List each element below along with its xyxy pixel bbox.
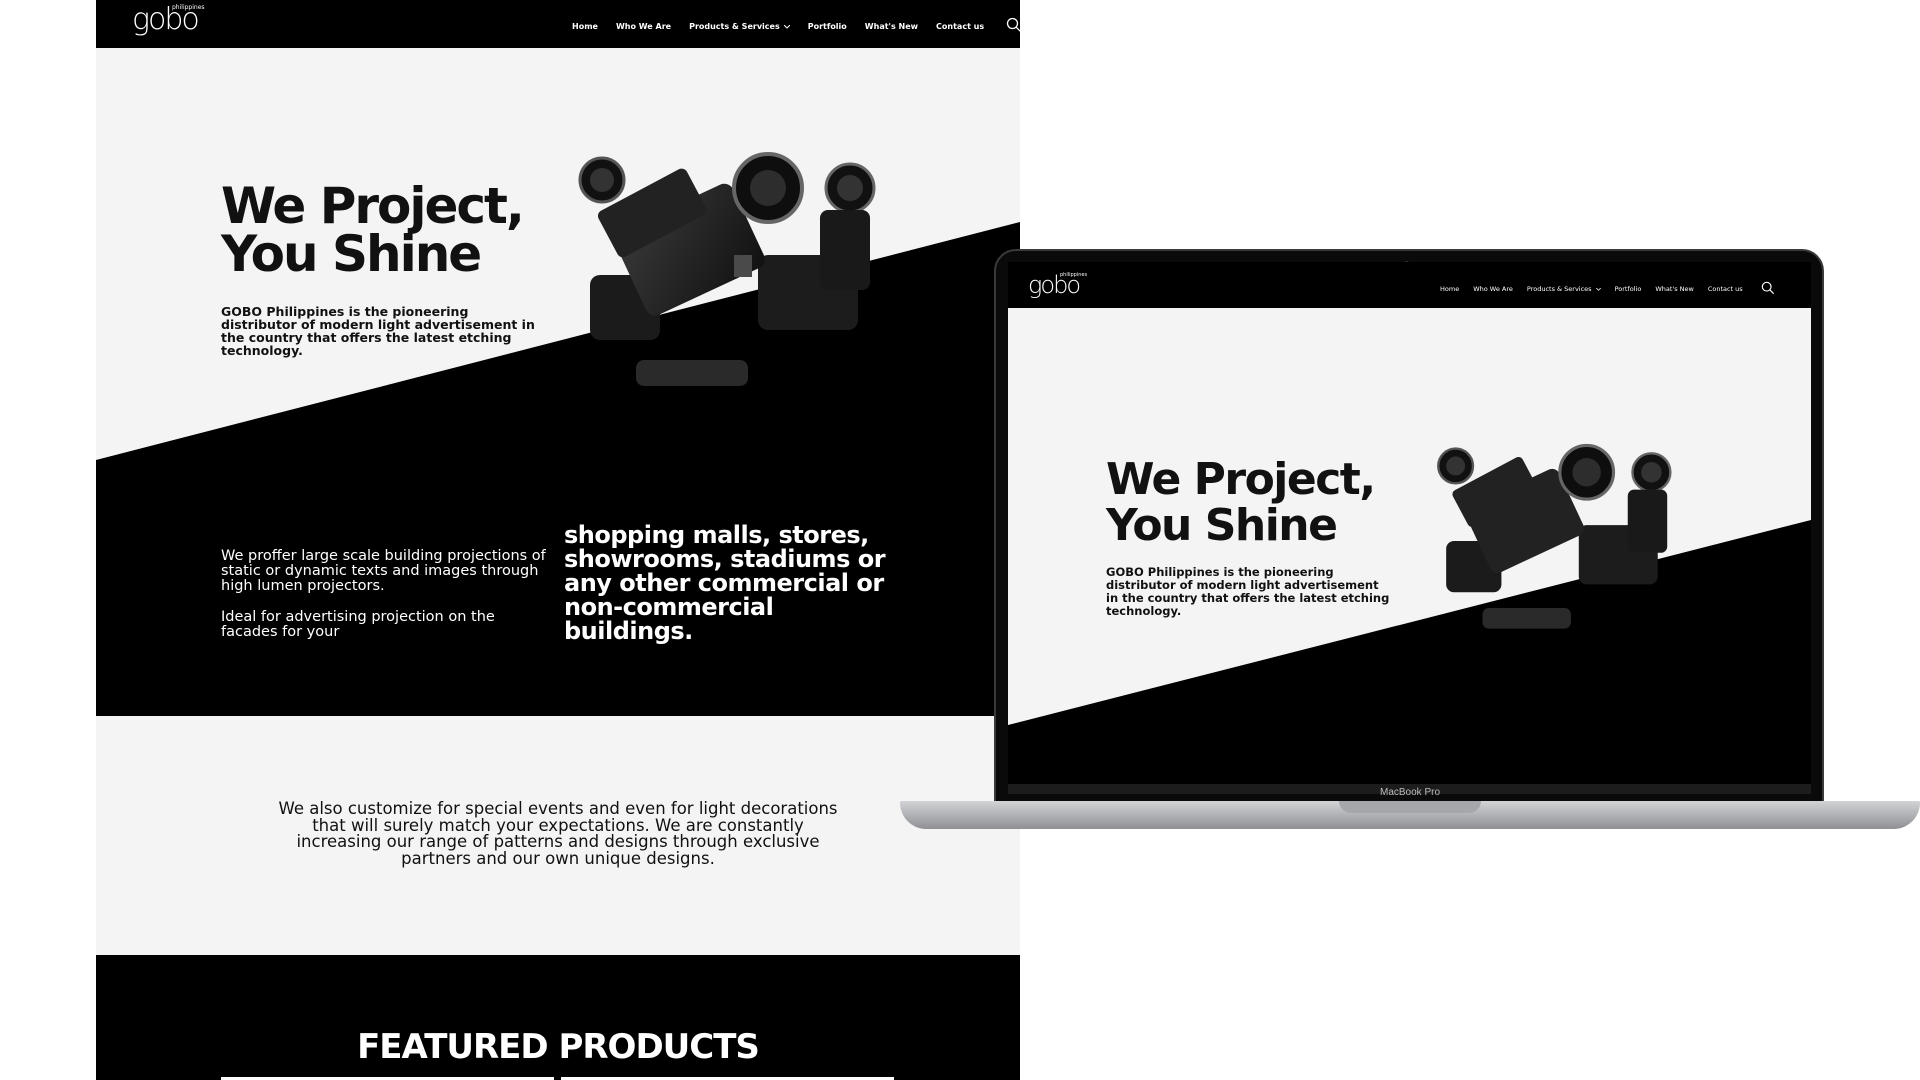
screen-hero-title: We Project, You Shine (1106, 454, 1376, 551)
screen-nav-portfolio[interactable]: Portfolio (1615, 285, 1642, 293)
hero-title-line1: We Project, (221, 177, 525, 235)
hero-title: We Project, You Shine (221, 177, 525, 283)
gobo-logo[interactable]: gobo philippines (132, 2, 205, 37)
screen-nav-contact[interactable]: Contact us (1708, 285, 1743, 293)
hero-title-line2: You Shine (221, 225, 482, 283)
projection-ideal-paragraph: Ideal for advertising projection on the … (221, 609, 495, 640)
laptop-screen: gobo philippines Home Who We Are Product… (1008, 262, 1811, 794)
screen-projector-image (1437, 443, 1672, 629)
nav-whats-new[interactable]: What's New (865, 22, 918, 31)
hero-description: GOBO Philippines is the pioneering distr… (221, 304, 535, 358)
screen-nav-products-services[interactable]: Products & Services (1527, 285, 1601, 293)
website-page-full: gobo philippines Home Who We Are Product… (96, 0, 1020, 1080)
screen-nav-who-we-are[interactable]: Who We Are (1473, 285, 1513, 293)
featured-products-section: FEATURED PRODUCTS (96, 955, 1020, 1080)
nav-portfolio[interactable]: Portfolio (808, 22, 847, 31)
building-types-highlight: shopping malls, stores, showrooms, stadi… (564, 521, 886, 645)
nav-who-we-are[interactable]: Who We Are (616, 22, 671, 31)
screen-nav-whats-new[interactable]: What's New (1655, 285, 1694, 293)
top-navbar: gobo philippines Home Who We Are Product… (96, 0, 1020, 48)
nav-contact[interactable]: Contact us (936, 22, 984, 31)
customize-paragraph: We also customize for special events and… (278, 799, 838, 868)
screen-nav-products-label: Products & Services (1526, 285, 1592, 293)
screen-navbar: gobo philippines Home Who We Are Product… (1008, 262, 1811, 308)
projection-paragraph: We proffer large scale building projecti… (221, 548, 546, 594)
screen-main-nav: Home Who We Are Products & Services Port… (1440, 281, 1775, 297)
nav-products-label: Products & Services (689, 21, 780, 31)
screen-hero-title-line1: We Project, (1106, 454, 1376, 505)
screen-nav-home[interactable]: Home (1440, 285, 1459, 293)
laptop-hinge-notch (1339, 801, 1481, 813)
chevron-down-icon (1595, 285, 1601, 293)
nav-products-services[interactable]: Products & Services (689, 21, 791, 31)
projector-image (578, 152, 876, 386)
screen-hero-title-line2: You Shine (1106, 500, 1338, 551)
featured-products-title: FEATURED PRODUCTS (357, 1027, 760, 1067)
screen-gobo-logo[interactable]: gobo philippines (1028, 271, 1087, 299)
screen-hero-description: GOBO Philippines is the pioneering distr… (1106, 565, 1390, 618)
main-nav: Home Who We Are Products & Services Port… (572, 17, 1020, 35)
search-icon[interactable] (1761, 281, 1775, 297)
search-icon[interactable] (1006, 17, 1020, 35)
nav-home[interactable]: Home (572, 22, 598, 31)
chevron-down-icon (783, 22, 791, 31)
laptop-brand-label: MacBook Pro (1379, 787, 1441, 798)
